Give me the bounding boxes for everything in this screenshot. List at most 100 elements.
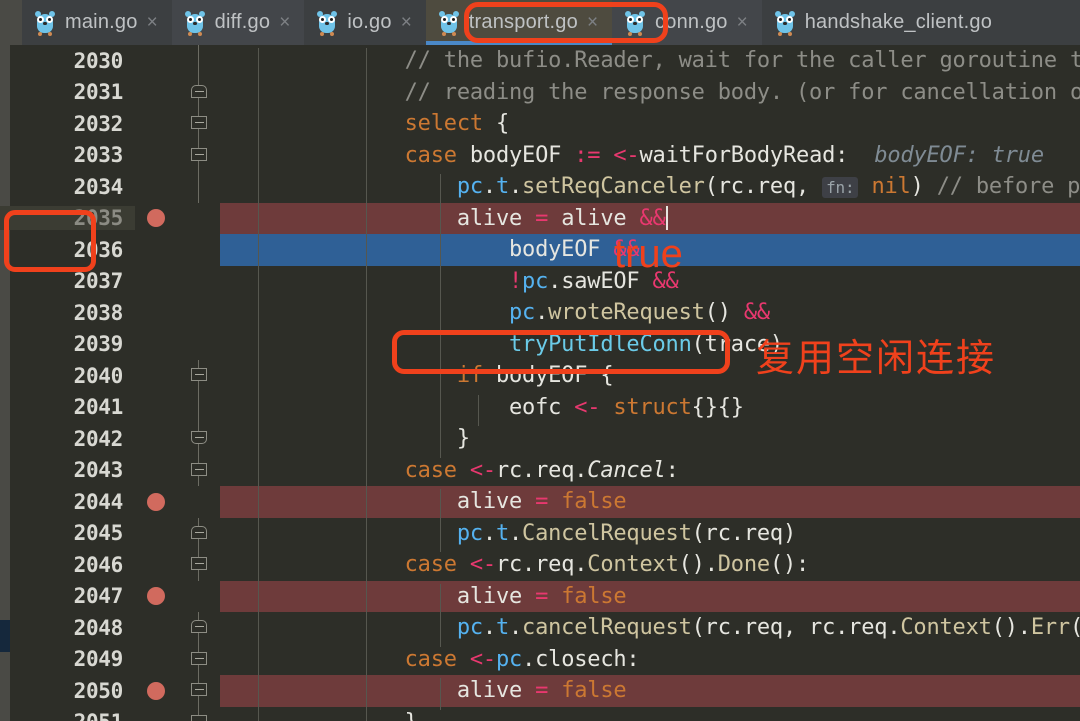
code-text: case <-rc.req.Context().Done(): xyxy=(220,552,1080,584)
code-line-row[interactable]: 2033 case bodyEOF := <-waitForBodyRead: … xyxy=(0,139,1080,175)
fold-marker-slot[interactable] xyxy=(177,203,220,235)
line-number: 2039 xyxy=(73,332,124,357)
fold-icon xyxy=(191,714,207,721)
fold-marker-slot[interactable] xyxy=(177,171,220,203)
tabbar-left-stub xyxy=(0,0,22,45)
annotation-text-chinese: 复用空闲连接 xyxy=(756,336,997,380)
code-editor[interactable]: 2030 // the bufio.Reader, wait for the c… xyxy=(0,45,1080,721)
go-gopher-icon xyxy=(184,10,206,36)
line-number: 2045 xyxy=(73,521,124,546)
close-icon[interactable]: × xyxy=(587,13,598,32)
fold-marker-slot[interactable] xyxy=(177,454,220,486)
code-lines[interactable]: 2030 // the bufio.Reader, wait for the c… xyxy=(0,45,1080,721)
close-icon[interactable]: × xyxy=(737,13,748,32)
tab-diff-go[interactable]: diff.go × xyxy=(171,0,305,45)
fold-icon xyxy=(191,683,207,696)
fold-marker-slot[interactable] xyxy=(177,581,220,613)
close-icon[interactable]: × xyxy=(279,13,290,32)
fold-marker-slot[interactable] xyxy=(177,706,220,721)
breakpoint-slot[interactable] xyxy=(135,492,177,511)
tab-label: transport.go xyxy=(468,11,578,33)
fold-marker-slot[interactable] xyxy=(177,45,220,77)
line-number: 2038 xyxy=(73,300,124,325)
code-line-row[interactable]: 2042 } xyxy=(0,423,1080,458)
fold-marker-slot[interactable] xyxy=(177,612,220,644)
line-number: 2040 xyxy=(73,363,124,388)
code-line-row[interactable]: 2030 // the bufio.Reader, wait for the c… xyxy=(0,45,1080,80)
tab-main-go[interactable]: main.go × xyxy=(22,0,172,45)
tab-io-go[interactable]: io.go × xyxy=(304,0,426,45)
fold-marker-slot[interactable] xyxy=(177,329,220,361)
code-text: alive = false xyxy=(220,678,1080,710)
code-line-row[interactable]: 2036 bodyEOF && xyxy=(0,234,1080,269)
go-gopher-icon xyxy=(774,10,796,36)
code-line-row[interactable]: 2037 !pc.sawEOF && xyxy=(0,266,1080,301)
code-text: // reading the response body. (or for ca… xyxy=(220,79,1080,112)
fold-marker-slot[interactable] xyxy=(177,486,220,518)
code-line-row[interactable]: 2035 alive = alive && xyxy=(0,202,1080,238)
fold-marker-slot[interactable] xyxy=(177,108,220,140)
fold-icon xyxy=(191,525,207,539)
code-line-row[interactable]: 2038 pc.wroteRequest() && xyxy=(0,297,1080,332)
code-line-row[interactable]: 2046 case <-rc.req.Context().Done(): xyxy=(0,549,1080,584)
line-number: 2031 xyxy=(73,80,124,105)
fold-marker-slot[interactable] xyxy=(177,549,220,581)
code-line-row[interactable]: 2031 // reading the response body. (or f… xyxy=(0,76,1080,112)
tab-conn-go[interactable]: conn.go × xyxy=(612,0,762,45)
fold-marker-slot[interactable] xyxy=(177,643,220,675)
tab-transport-go[interactable]: transport.go × xyxy=(425,0,613,45)
tab-handshake-client-go[interactable]: handshake_client.go xyxy=(761,0,1007,45)
fold-icon xyxy=(191,651,207,665)
fold-marker-slot[interactable] xyxy=(177,360,220,392)
breakpoint-slot[interactable] xyxy=(135,587,177,606)
code-text: select { xyxy=(220,111,1080,143)
fold-marker-slot[interactable] xyxy=(177,297,220,329)
close-icon[interactable]: × xyxy=(147,13,158,32)
code-text: eofc <- struct{}{} xyxy=(220,394,1080,427)
breakpoint-icon[interactable] xyxy=(147,681,165,700)
breakpoint-icon[interactable] xyxy=(147,587,165,606)
code-line-row[interactable]: 2043 case <-rc.req.Cancel: xyxy=(0,454,1080,490)
code-line-row[interactable]: 2041 eofc <- struct{}{} xyxy=(0,391,1080,427)
code-text: case <-rc.req.Cancel: xyxy=(220,457,1080,490)
fold-marker-slot[interactable] xyxy=(177,139,220,171)
line-number: 2044 xyxy=(73,489,124,514)
line-number: 2049 xyxy=(73,647,124,672)
breakpoint-icon[interactable] xyxy=(147,209,165,228)
fold-icon xyxy=(191,147,207,161)
code-text: case bodyEOF := <-waitForBodyRead: bodyE… xyxy=(220,142,1080,175)
fold-icon xyxy=(191,620,207,633)
fold-marker-slot[interactable] xyxy=(177,391,220,423)
code-line-row[interactable]: 2032 select { xyxy=(0,108,1080,143)
fold-marker-slot[interactable] xyxy=(177,234,220,266)
go-gopher-icon xyxy=(316,10,338,36)
breakpoint-slot[interactable] xyxy=(135,681,177,700)
go-gopher-icon xyxy=(624,10,646,36)
text-caret xyxy=(665,205,668,230)
ide-window: main.go × diff.go × io.go × transport.go… xyxy=(0,0,1080,721)
code-line-row[interactable]: 2045 pc.t.CancelRequest(rc.req) xyxy=(0,517,1080,553)
line-number: 2033 xyxy=(73,143,124,168)
line-number: 2037 xyxy=(73,269,124,294)
code-line-row[interactable]: 2050 alive = false xyxy=(0,675,1080,710)
code-line-row[interactable]: 2044 alive = false xyxy=(0,486,1080,521)
code-text: pc.t.CancelRequest(rc.req) xyxy=(220,520,1080,553)
breakpoint-icon[interactable] xyxy=(147,492,165,511)
close-icon[interactable]: × xyxy=(401,13,412,32)
code-line-row[interactable]: 2047 alive = false xyxy=(0,580,1080,616)
line-number: 2035 xyxy=(0,206,135,231)
code-line-row[interactable]: 2034 pc.t.setReqCanceler(rc.req, fn: nil… xyxy=(0,171,1080,206)
fold-marker-slot[interactable] xyxy=(177,76,220,108)
tab-label: handshake_client.go xyxy=(804,11,993,33)
fold-marker-slot[interactable] xyxy=(177,266,220,298)
fold-marker-slot[interactable] xyxy=(177,423,220,455)
go-gopher-icon xyxy=(438,10,460,36)
line-number: 2043 xyxy=(73,458,124,483)
breakpoint-slot[interactable] xyxy=(135,209,177,228)
fold-marker-slot[interactable] xyxy=(177,517,220,549)
code-line-row[interactable]: 2049 case <-pc.closech: xyxy=(0,643,1080,679)
line-number: 2047 xyxy=(73,584,124,609)
code-line-row[interactable]: 2051 } xyxy=(0,706,1080,721)
code-line-row[interactable]: 2048 pc.t.cancelRequest(rc.req, rc.req.C… xyxy=(0,612,1080,647)
fold-marker-slot[interactable] xyxy=(177,675,220,707)
